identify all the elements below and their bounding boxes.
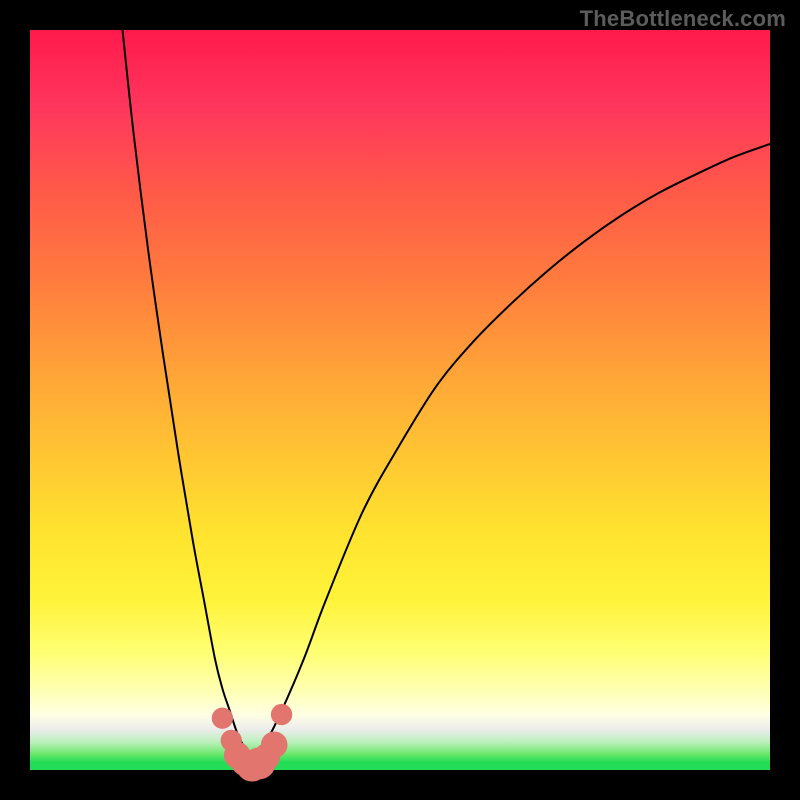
curve-group: [123, 30, 771, 759]
chart-svg: [30, 30, 770, 770]
bottleneck-marker: [271, 704, 292, 725]
site-watermark: TheBottleneck.com: [580, 6, 786, 32]
curve-right-branch: [252, 144, 770, 759]
bottleneck-marker: [212, 708, 233, 729]
outer-frame: TheBottleneck.com: [0, 0, 800, 800]
bottleneck-marker: [261, 732, 288, 759]
curve-left-branch: [123, 30, 253, 759]
marker-group: [212, 704, 293, 782]
